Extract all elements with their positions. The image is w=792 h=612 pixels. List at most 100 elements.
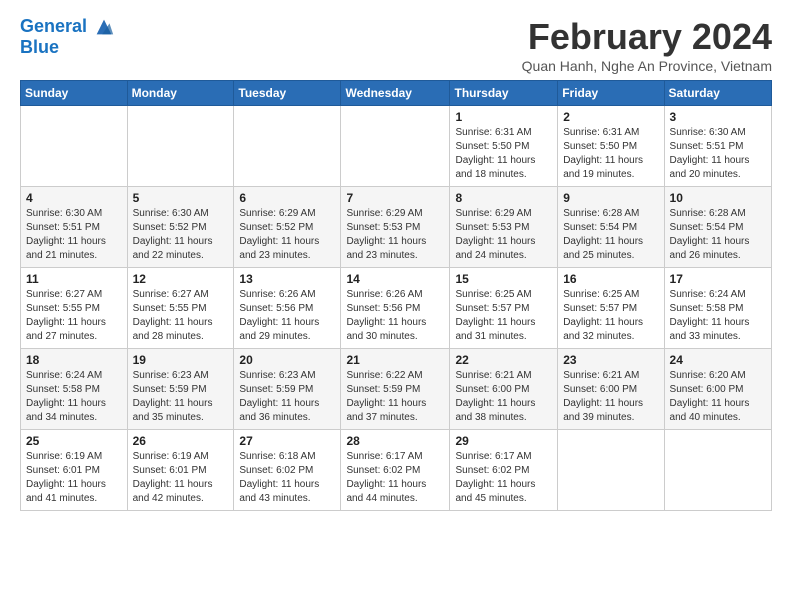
calendar-cell: 5 Sunrise: 6:30 AM Sunset: 5:52 PM Daylig… bbox=[127, 187, 234, 268]
day-info: Sunrise: 6:20 AM Sunset: 6:00 PM Dayligh… bbox=[670, 369, 766, 425]
logo-text: General bbox=[20, 16, 115, 38]
day-number: 29 bbox=[455, 434, 552, 448]
calendar-cell: 15 Sunrise: 6:25 AM Sunset: 5:57 PM Dayli… bbox=[450, 268, 558, 349]
calendar-cell bbox=[558, 430, 664, 511]
logo-text2: Blue bbox=[20, 38, 115, 58]
calendar-cell: 17 Sunrise: 6:24 AM Sunset: 5:58 PM Dayli… bbox=[664, 268, 771, 349]
calendar-cell: 3 Sunrise: 6:30 AM Sunset: 5:51 PM Daylig… bbox=[664, 106, 771, 187]
calendar-cell bbox=[234, 106, 341, 187]
day-number: 2 bbox=[563, 110, 658, 124]
day-number: 20 bbox=[239, 353, 335, 367]
calendar-cell: 12Sunrise: 6:27 AM Sunset: 5:55 PM Dayli… bbox=[127, 268, 234, 349]
calendar-cell: 22 Sunrise: 6:21 AM Sunset: 6:00 PM Dayli… bbox=[450, 349, 558, 430]
day-info: Sunrise: 6:26 AM Sunset: 5:56 PM Dayligh… bbox=[346, 288, 444, 344]
day-number: 1 bbox=[455, 110, 552, 124]
calendar-cell: 24 Sunrise: 6:20 AM Sunset: 6:00 PM Dayli… bbox=[664, 349, 771, 430]
calendar-table: SundayMondayTuesdayWednesdayThursdayFrid… bbox=[20, 80, 772, 511]
calendar-cell: 4 Sunrise: 6:30 AM Sunset: 5:51 PM Daylig… bbox=[21, 187, 128, 268]
logo-icon bbox=[93, 16, 115, 38]
calendar-cell: 26 Sunrise: 6:19 AM Sunset: 6:01 PM Dayli… bbox=[127, 430, 234, 511]
calendar-cell: 14 Sunrise: 6:26 AM Sunset: 5:56 PM Dayli… bbox=[341, 268, 450, 349]
day-number: 23 bbox=[563, 353, 658, 367]
day-number: 16 bbox=[563, 272, 658, 286]
calendar-cell: 16 Sunrise: 6:25 AM Sunset: 5:57 PM Dayli… bbox=[558, 268, 664, 349]
day-info: Sunrise: 6:25 AM Sunset: 5:57 PM Dayligh… bbox=[563, 288, 658, 344]
day-number: 3 bbox=[670, 110, 766, 124]
logo: General Blue bbox=[20, 16, 115, 58]
calendar-cell: 2 Sunrise: 6:31 AM Sunset: 5:50 PM Daylig… bbox=[558, 106, 664, 187]
day-number: 22 bbox=[455, 353, 552, 367]
calendar-cell: 10 Sunrise: 6:28 AM Sunset: 5:54 PM Dayli… bbox=[664, 187, 771, 268]
calendar-cell: 28 Sunrise: 6:17 AM Sunset: 6:02 PM Dayli… bbox=[341, 430, 450, 511]
calendar-cell: 25Sunrise: 6:19 AM Sunset: 6:01 PM Dayli… bbox=[21, 430, 128, 511]
day-number: 5 bbox=[133, 191, 229, 205]
day-info: Sunrise: 6:31 AM Sunset: 5:50 PM Dayligh… bbox=[563, 126, 658, 182]
day-info: Sunrise: 6:19 AM Sunset: 6:01 PM Dayligh… bbox=[133, 450, 229, 506]
day-info: Sunrise: 6:25 AM Sunset: 5:57 PM Dayligh… bbox=[455, 288, 552, 344]
day-info: Sunrise: 6:28 AM Sunset: 5:54 PM Dayligh… bbox=[563, 207, 658, 263]
weekday-header: Thursday bbox=[450, 81, 558, 106]
day-number: 9 bbox=[563, 191, 658, 205]
day-info: Sunrise: 6:21 AM Sunset: 6:00 PM Dayligh… bbox=[455, 369, 552, 425]
day-info: Sunrise: 6:29 AM Sunset: 5:53 PM Dayligh… bbox=[346, 207, 444, 263]
day-info: Sunrise: 6:28 AM Sunset: 5:54 PM Dayligh… bbox=[670, 207, 766, 263]
calendar-cell: 19Sunrise: 6:23 AM Sunset: 5:59 PM Dayli… bbox=[127, 349, 234, 430]
calendar-week-row: 11 Sunrise: 6:27 AM Sunset: 5:55 PM Dayli… bbox=[21, 268, 772, 349]
day-number: 15 bbox=[455, 272, 552, 286]
day-info: Sunrise: 6:30 AM Sunset: 5:52 PM Dayligh… bbox=[133, 207, 229, 263]
day-number: 4 bbox=[26, 191, 122, 205]
day-number: 10 bbox=[670, 191, 766, 205]
weekday-header: Sunday bbox=[21, 81, 128, 106]
day-number: 13 bbox=[239, 272, 335, 286]
weekday-header: Friday bbox=[558, 81, 664, 106]
day-number: 17 bbox=[670, 272, 766, 286]
day-info: Sunrise: 6:24 AM Sunset: 5:58 PM Dayligh… bbox=[670, 288, 766, 344]
day-info: Sunrise: 6:23 AM Sunset: 5:59 PM Dayligh… bbox=[239, 369, 335, 425]
day-info: Sunrise: 6:30 AM Sunset: 5:51 PM Dayligh… bbox=[670, 126, 766, 182]
calendar-cell bbox=[127, 106, 234, 187]
page-header: General Blue February 2024 Quan Hanh, Ng… bbox=[20, 16, 772, 74]
calendar-cell bbox=[341, 106, 450, 187]
day-info: Sunrise: 6:17 AM Sunset: 6:02 PM Dayligh… bbox=[346, 450, 444, 506]
day-number: 19 bbox=[133, 353, 229, 367]
day-info: Sunrise: 6:27 AM Sunset: 5:55 PM Dayligh… bbox=[133, 288, 229, 344]
calendar-cell: 27Sunrise: 6:18 AM Sunset: 6:02 PM Dayli… bbox=[234, 430, 341, 511]
day-info: Sunrise: 6:26 AM Sunset: 5:56 PM Dayligh… bbox=[239, 288, 335, 344]
day-number: 18 bbox=[26, 353, 122, 367]
calendar-week-row: 1 Sunrise: 6:31 AM Sunset: 5:50 PM Daylig… bbox=[21, 106, 772, 187]
day-info: Sunrise: 6:17 AM Sunset: 6:02 PM Dayligh… bbox=[455, 450, 552, 506]
day-number: 25 bbox=[26, 434, 122, 448]
calendar-body: 1 Sunrise: 6:31 AM Sunset: 5:50 PM Daylig… bbox=[21, 106, 772, 511]
day-number: 28 bbox=[346, 434, 444, 448]
calendar-week-row: 4 Sunrise: 6:30 AM Sunset: 5:51 PM Daylig… bbox=[21, 187, 772, 268]
day-number: 7 bbox=[346, 191, 444, 205]
day-info: Sunrise: 6:29 AM Sunset: 5:52 PM Dayligh… bbox=[239, 207, 335, 263]
calendar-cell: 23 Sunrise: 6:21 AM Sunset: 6:00 PM Dayli… bbox=[558, 349, 664, 430]
day-info: Sunrise: 6:30 AM Sunset: 5:51 PM Dayligh… bbox=[26, 207, 122, 263]
weekday-header: Tuesday bbox=[234, 81, 341, 106]
calendar-cell bbox=[664, 430, 771, 511]
day-number: 24 bbox=[670, 353, 766, 367]
calendar-cell: 7 Sunrise: 6:29 AM Sunset: 5:53 PM Daylig… bbox=[341, 187, 450, 268]
calendar-cell: 20 Sunrise: 6:23 AM Sunset: 5:59 PM Dayli… bbox=[234, 349, 341, 430]
calendar-cell: 21Sunrise: 6:22 AM Sunset: 5:59 PM Dayli… bbox=[341, 349, 450, 430]
day-info: Sunrise: 6:18 AM Sunset: 6:02 PM Dayligh… bbox=[239, 450, 335, 506]
day-info: Sunrise: 6:31 AM Sunset: 5:50 PM Dayligh… bbox=[455, 126, 552, 182]
calendar-cell: 13 Sunrise: 6:26 AM Sunset: 5:56 PM Dayli… bbox=[234, 268, 341, 349]
day-number: 14 bbox=[346, 272, 444, 286]
day-number: 26 bbox=[133, 434, 229, 448]
calendar-header-row: SundayMondayTuesdayWednesdayThursdayFrid… bbox=[21, 81, 772, 106]
calendar-cell: 6 Sunrise: 6:29 AM Sunset: 5:52 PM Daylig… bbox=[234, 187, 341, 268]
day-number: 6 bbox=[239, 191, 335, 205]
title-block: February 2024 Quan Hanh, Nghe An Provinc… bbox=[522, 16, 772, 74]
day-info: Sunrise: 6:21 AM Sunset: 6:00 PM Dayligh… bbox=[563, 369, 658, 425]
calendar-week-row: 25 Sunrise: 6:19 AM Sunset: 6:01 PM Dayli… bbox=[21, 430, 772, 511]
calendar-cell: 9 Sunrise: 6:28 AM Sunset: 5:54 PM Daylig… bbox=[558, 187, 664, 268]
calendar-title: February 2024 bbox=[522, 16, 772, 58]
day-info: Sunrise: 6:22 AM Sunset: 5:59 PM Dayligh… bbox=[346, 369, 444, 425]
calendar-week-row: 18Sunrise: 6:24 AM Sunset: 5:58 PM Dayli… bbox=[21, 349, 772, 430]
day-number: 11 bbox=[26, 272, 122, 286]
calendar-cell: 18Sunrise: 6:24 AM Sunset: 5:58 PM Dayli… bbox=[21, 349, 128, 430]
calendar-cell: 29 Sunrise: 6:17 AM Sunset: 6:02 PM Dayli… bbox=[450, 430, 558, 511]
weekday-header: Wednesday bbox=[341, 81, 450, 106]
